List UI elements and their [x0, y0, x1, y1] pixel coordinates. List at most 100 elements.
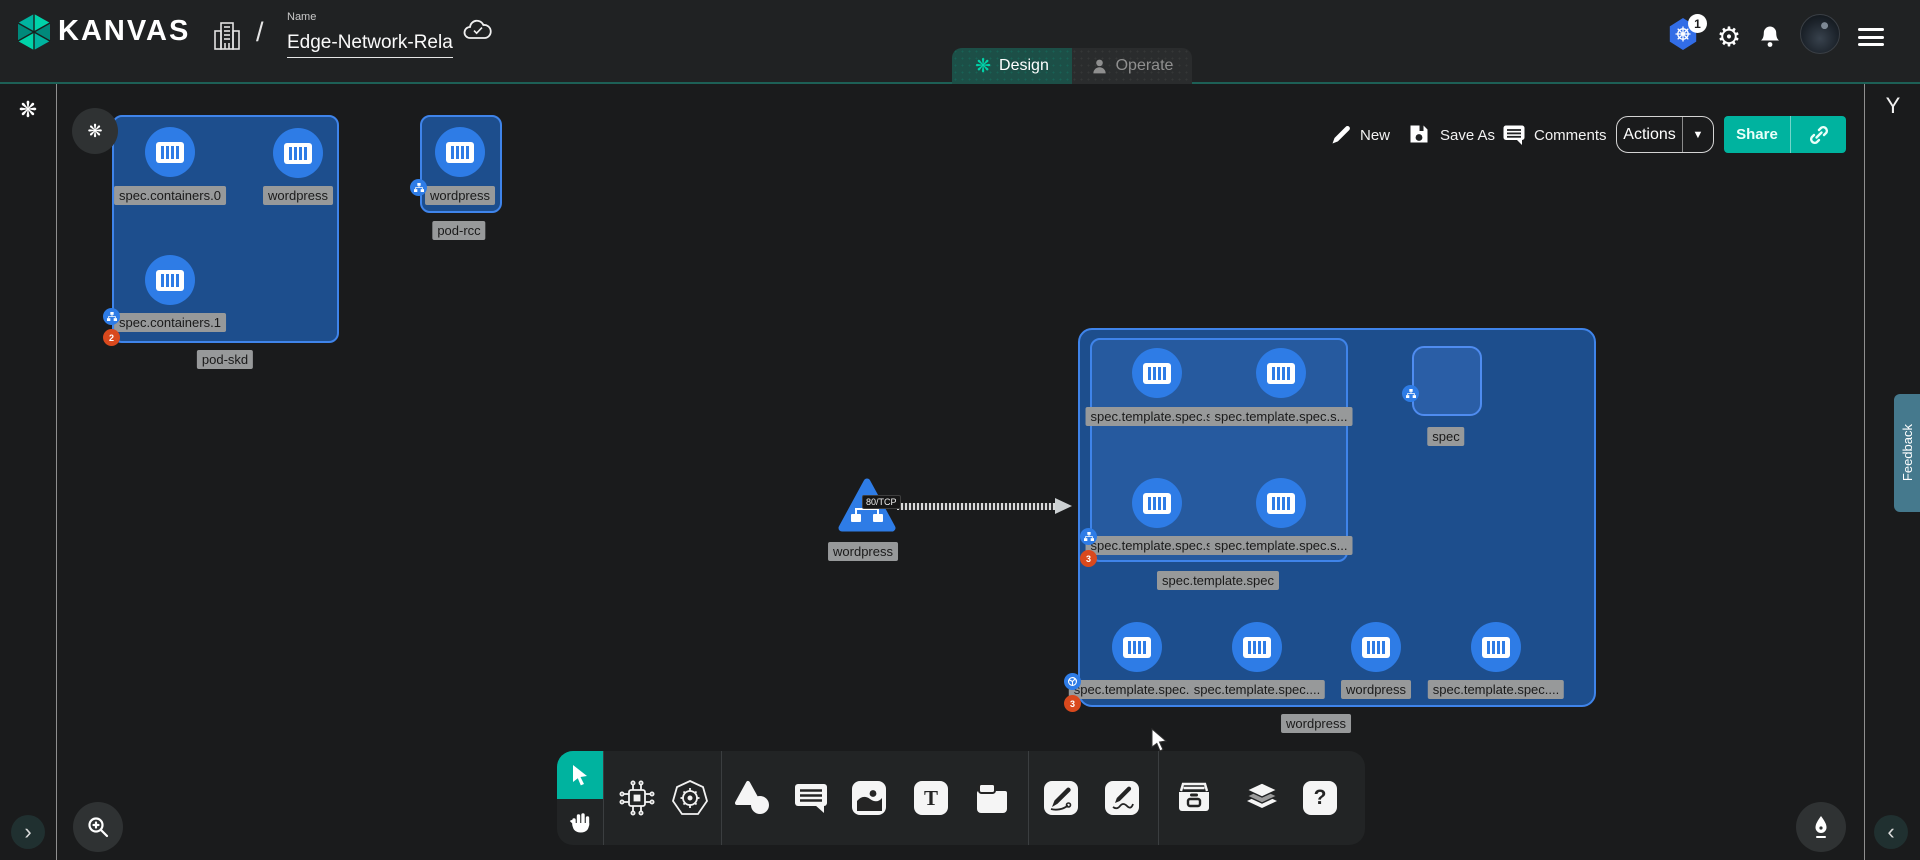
comment-tool[interactable]: [789, 776, 833, 820]
new-pencil-icon[interactable]: [1330, 124, 1352, 146]
dock-divider: [603, 751, 604, 845]
node-label: spec.template.spec.s...: [1210, 407, 1353, 426]
node-label: spec.template.spec.s...: [1210, 536, 1353, 555]
node-label: wordpress: [828, 542, 898, 561]
edge-arrowhead-icon: [1055, 498, 1072, 514]
text-icon: T: [914, 781, 948, 815]
container-node-spec-containers-0[interactable]: [145, 127, 195, 177]
k8s-context-count-badge: 1: [1688, 14, 1707, 33]
left-rail-expand-button[interactable]: ›: [11, 815, 45, 849]
note-tool[interactable]: [970, 776, 1014, 820]
actions-caret-icon[interactable]: ▼: [1683, 129, 1713, 141]
container-node[interactable]: [1471, 622, 1521, 672]
right-rail-collapse-button[interactable]: ‹: [1874, 815, 1908, 849]
left-rail-spark-icon[interactable]: ❋: [14, 96, 42, 124]
error-count-badge[interactable]: 2: [103, 329, 120, 346]
feedback-label: Feedback: [1900, 424, 1915, 481]
container-node[interactable]: [1132, 478, 1182, 528]
image-tool[interactable]: [847, 776, 891, 820]
cloud-saved-icon: [462, 18, 494, 42]
network-edge[interactable]: [897, 503, 1057, 510]
dock-divider: [1158, 751, 1159, 845]
freehand-tool[interactable]: [1100, 776, 1144, 820]
container-node[interactable]: [1256, 478, 1306, 528]
kubernetes-tool[interactable]: [668, 776, 712, 820]
new-button[interactable]: New: [1360, 127, 1390, 144]
container-node[interactable]: [1232, 622, 1282, 672]
pan-tool[interactable]: [557, 799, 603, 845]
copy-link-icon[interactable]: [1791, 124, 1846, 146]
zoom-search-button[interactable]: [73, 802, 123, 852]
edge-port-label[interactable]: 80/TCP: [862, 495, 901, 509]
container-icon: [446, 142, 474, 163]
user-avatar[interactable]: [1800, 14, 1840, 54]
error-count-badge[interactable]: 3: [1080, 550, 1097, 567]
design-name-input[interactable]: [287, 28, 453, 58]
hand-icon: [567, 809, 593, 835]
y-panel-icon[interactable]: Y: [1880, 92, 1906, 120]
layers-tool[interactable]: [1240, 776, 1284, 820]
actions-button[interactable]: Actions ▼: [1616, 116, 1714, 153]
mouse-cursor: [1150, 728, 1170, 752]
organization-icon[interactable]: [212, 20, 242, 52]
container-node-wordpress-rcc[interactable]: [435, 127, 485, 177]
comments-button[interactable]: Comments: [1534, 127, 1607, 144]
hamburger-menu-icon[interactable]: [1858, 28, 1884, 46]
layers-icon: [1243, 780, 1281, 816]
pen-mode-button[interactable]: [1796, 802, 1846, 852]
kanvas-logo-icon[interactable]: [14, 12, 54, 52]
help-tool[interactable]: ?: [1298, 776, 1342, 820]
container-node[interactable]: [1112, 622, 1162, 672]
deployment-kind-badge-icon[interactable]: [1064, 673, 1081, 690]
comment-bubble-icon: [793, 781, 829, 815]
pod-kind-badge-icon[interactable]: [1402, 385, 1419, 402]
dock-divider: [721, 751, 722, 845]
group-label: spec.template.spec: [1157, 571, 1279, 590]
note-icon: [975, 781, 1009, 815]
pod-kind-badge-icon[interactable]: [410, 179, 427, 196]
pen-tool[interactable]: [1039, 776, 1083, 820]
share-button-label: Share: [1724, 126, 1790, 143]
pod-kind-badge-icon[interactable]: [1080, 528, 1097, 545]
group-label: pod-skd: [197, 350, 253, 369]
design-name-label: Name: [287, 11, 316, 23]
tab-operate-label: Operate: [1116, 57, 1174, 75]
container-node-wordpress[interactable]: [273, 128, 323, 178]
settings-gear-icon[interactable]: ⚙: [1714, 22, 1744, 52]
select-tool[interactable]: [557, 751, 603, 799]
breadcrumb-separator: /: [256, 17, 264, 48]
canvas-settings-button[interactable]: ❋: [72, 108, 118, 154]
template-spec-group[interactable]: [1090, 338, 1348, 562]
pod-kind-badge-icon[interactable]: [103, 308, 120, 325]
node-label: spec.template.spec.s...: [1086, 407, 1229, 426]
container-node[interactable]: [1132, 348, 1182, 398]
text-tool[interactable]: T: [909, 776, 953, 820]
feedback-tab[interactable]: Feedback: [1894, 394, 1920, 512]
node-label: wordpress: [1341, 680, 1411, 699]
select-cursor-icon: [570, 764, 590, 786]
drawer-tool[interactable]: [1172, 776, 1216, 820]
spec-node[interactable]: [1412, 346, 1482, 416]
component-tool[interactable]: [615, 776, 659, 820]
tab-design[interactable]: ❋ Design: [952, 48, 1072, 84]
left-rail: [0, 84, 57, 860]
container-node-spec-containers-1[interactable]: [145, 255, 195, 305]
error-count-badge[interactable]: 3: [1064, 695, 1081, 712]
container-node[interactable]: [1351, 622, 1401, 672]
share-button[interactable]: Share: [1724, 116, 1846, 153]
container-icon: [1143, 363, 1171, 384]
container-icon: [156, 270, 184, 291]
canvas-tool-dock: T: [557, 751, 1365, 845]
kanvas-app: KANVAS / Name ❋ Design: [0, 0, 1920, 860]
save-as-floppy-icon[interactable]: [1408, 123, 1430, 145]
drawer-icon: [1175, 781, 1213, 815]
shapes-icon: [733, 779, 773, 817]
container-node[interactable]: [1256, 348, 1306, 398]
comments-icon[interactable]: [1502, 124, 1526, 146]
dock-divider: [1028, 751, 1029, 845]
notifications-bell-icon[interactable]: [1756, 22, 1784, 52]
logo-wordmark[interactable]: KANVAS: [58, 15, 190, 48]
tab-operate[interactable]: Operate: [1072, 48, 1192, 84]
save-as-button[interactable]: Save As: [1440, 127, 1495, 144]
shapes-tool[interactable]: [731, 776, 775, 820]
